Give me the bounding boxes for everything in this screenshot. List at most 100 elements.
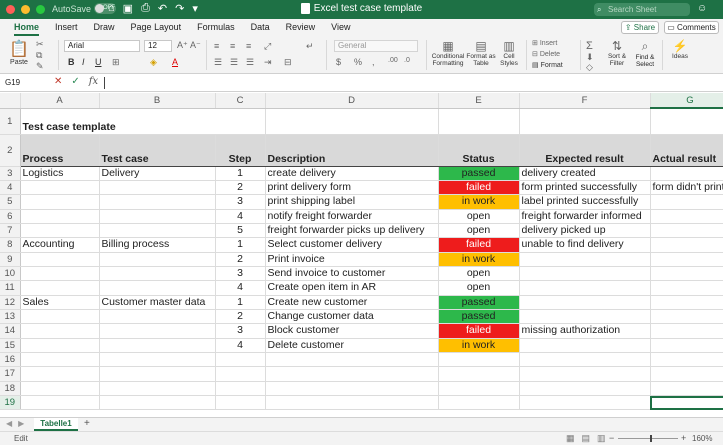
cell-step[interactable]: 1 (215, 237, 266, 253)
cell-actual-result[interactable] (650, 237, 723, 253)
cell-process[interactable]: Accounting (20, 237, 100, 253)
fill-color-icon[interactable]: ◈ (150, 57, 157, 68)
column-header-d[interactable]: D (265, 93, 439, 109)
sheet-title[interactable]: Test case template (20, 108, 266, 135)
cell-status[interactable]: passed (438, 309, 520, 325)
cell-description[interactable]: Block customer (265, 323, 439, 339)
cell-expected-result[interactable] (519, 338, 651, 353)
zoom-slider[interactable] (618, 438, 678, 439)
bold-icon[interactable]: B (68, 57, 75, 67)
insert-function-icon[interactable]: fx (89, 76, 98, 87)
cell-status[interactable]: open (438, 223, 520, 239)
format-as-table-button[interactable]: ▤ Format as Table (466, 39, 496, 67)
increase-decimal-icon[interactable]: .00 (388, 57, 398, 64)
align-right-icon[interactable]: ☰ (246, 57, 254, 68)
header-step[interactable]: Step (215, 134, 266, 167)
cell-actual-result[interactable] (650, 194, 723, 210)
select-all-corner[interactable] (0, 93, 21, 109)
cell-expected-result[interactable]: delivery picked up (519, 223, 651, 239)
cell-status[interactable]: failed (438, 323, 520, 339)
font-color-icon[interactable]: A (172, 57, 178, 67)
column-header-f[interactable]: F (519, 93, 651, 109)
sort-filter-button[interactable]: ⇅ Sort & Filter (604, 39, 630, 67)
row-header[interactable]: 11 (0, 280, 21, 296)
cell-status[interactable] (438, 395, 520, 411)
autosum-icon[interactable]: Σ (586, 40, 593, 52)
cell-process[interactable] (20, 352, 100, 368)
cell-step[interactable]: 3 (215, 194, 266, 210)
cell-step[interactable]: 2 (215, 180, 266, 196)
cell-description[interactable]: freight forwarder picks up delivery (265, 223, 439, 239)
previous-sheet-icon[interactable]: ◀ (6, 419, 12, 428)
header-status[interactable]: Status (438, 134, 520, 167)
cell-test-case[interactable]: Delivery (99, 166, 216, 181)
cell-actual-result[interactable] (650, 252, 723, 267)
cut-icon[interactable]: ✂ (36, 39, 44, 50)
cell-expected-result[interactable] (519, 266, 651, 282)
page-layout-view-icon[interactable]: ▤ (582, 433, 591, 444)
cell-test-case[interactable] (99, 395, 216, 411)
cell-test-case[interactable] (99, 266, 216, 282)
cell-status[interactable] (438, 352, 520, 368)
cell-step[interactable]: 2 (215, 252, 266, 267)
cell-status[interactable]: in work (438, 252, 520, 267)
cell-expected-result[interactable]: form printed successfully (519, 180, 651, 196)
column-header-a[interactable]: A (20, 93, 100, 109)
currency-icon[interactable]: $ (336, 57, 341, 67)
cell-description[interactable]: Create new customer (265, 295, 439, 310)
cell-actual-result[interactable] (650, 381, 723, 397)
cell-actual-result[interactable] (650, 266, 723, 282)
cell-expected-result[interactable]: freight forwarder informed (519, 209, 651, 224)
cell-step[interactable]: 4 (215, 280, 266, 296)
column-header-g[interactable]: G (650, 93, 723, 109)
cell-actual-result[interactable]: form didn't print (650, 180, 723, 196)
cell-actual-result[interactable] (650, 366, 723, 382)
cell-description[interactable]: create delivery (265, 166, 439, 181)
cell-description[interactable] (265, 395, 439, 411)
cell-test-case[interactable] (99, 323, 216, 339)
cell[interactable] (519, 108, 651, 135)
find-select-button[interactable]: ⌕ Find & Select (632, 39, 658, 68)
cell-description[interactable]: Select customer delivery (265, 237, 439, 253)
cell-description[interactable]: Delete customer (265, 338, 439, 353)
cell-description[interactable]: print delivery form (265, 180, 439, 196)
align-top-icon[interactable]: ≡ (214, 41, 219, 51)
cell-actual-result[interactable] (650, 209, 723, 224)
row-header[interactable]: 12 (0, 295, 21, 310)
orientation-icon[interactable]: ⤢ (264, 41, 271, 52)
copy-icon[interactable]: ⧉ (36, 50, 42, 61)
format-painter-icon[interactable]: ✎ (36, 61, 44, 72)
row-header[interactable]: 5 (0, 194, 21, 210)
cell-expected-result[interactable]: label printed successfully (519, 194, 651, 210)
cell-expected-result[interactable] (519, 352, 651, 368)
cell-process[interactable] (20, 209, 100, 224)
tab-formulas[interactable]: Formulas (189, 19, 243, 36)
next-sheet-icon[interactable]: ▶ (18, 419, 24, 428)
cell-expected-result[interactable] (519, 280, 651, 296)
search-sheet-input[interactable]: ⌕ Search Sheet (594, 3, 690, 16)
row-header[interactable]: 9 (0, 252, 21, 267)
header-actual-result[interactable]: Actual result (650, 134, 723, 167)
cell-test-case[interactable] (99, 309, 216, 325)
cell-test-case[interactable] (99, 209, 216, 224)
delete-cells-button[interactable]: ⊟ Delete (532, 50, 560, 58)
font-size-select[interactable]: 12 (144, 40, 172, 52)
tab-view[interactable]: View (323, 19, 358, 36)
cell-description[interactable]: Send invoice to customer (265, 266, 439, 282)
cell-status[interactable]: open (438, 280, 520, 296)
cell-step[interactable] (215, 395, 266, 411)
cell-description[interactable] (265, 352, 439, 368)
cell-test-case[interactable] (99, 338, 216, 353)
cell-step[interactable]: 2 (215, 309, 266, 325)
cell-step[interactable] (215, 366, 266, 382)
cell-step[interactable]: 3 (215, 266, 266, 282)
cell-step[interactable]: 4 (215, 338, 266, 353)
cell-actual-result[interactable] (650, 309, 723, 325)
cell-test-case[interactable]: Billing process (99, 237, 216, 253)
cell-test-case[interactable] (99, 352, 216, 368)
ideas-button[interactable]: ⚡ Ideas (668, 39, 692, 60)
cell-styles-button[interactable]: ▥ Cell Styles (496, 39, 522, 67)
cell-process[interactable] (20, 252, 100, 267)
cell-step[interactable]: 3 (215, 323, 266, 339)
cell-description[interactable] (265, 381, 439, 397)
